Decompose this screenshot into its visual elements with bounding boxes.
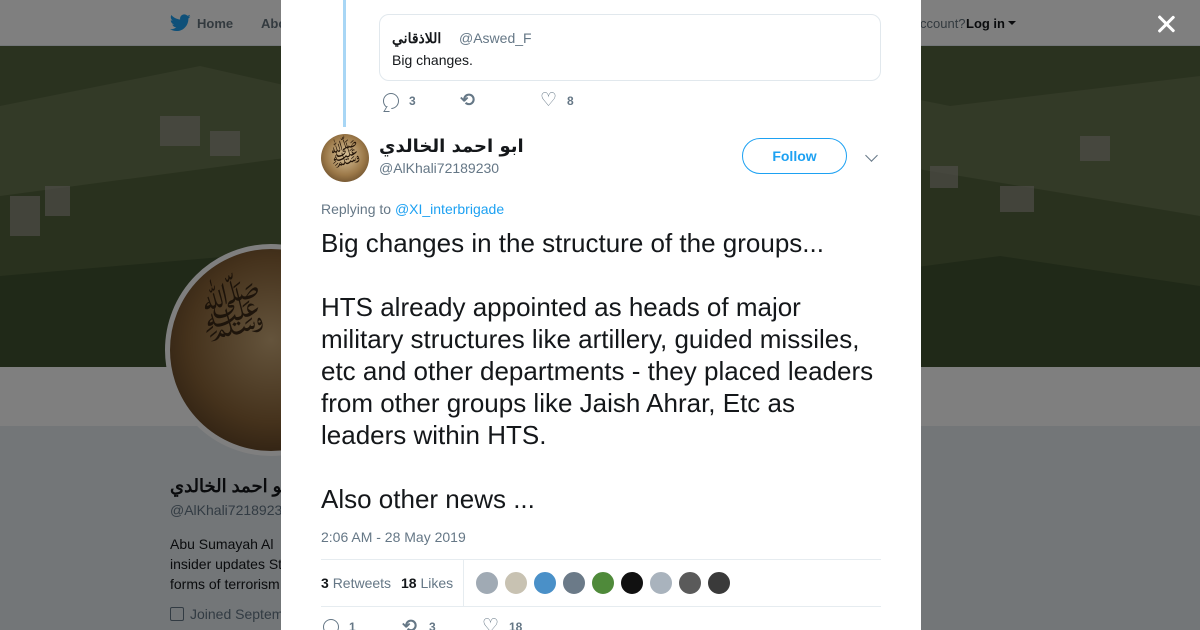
reply-icon <box>383 93 399 109</box>
thread-connector-line <box>343 0 346 127</box>
close-icon[interactable] <box>1154 12 1178 36</box>
like-button[interactable]: 18 <box>482 615 523 630</box>
tweet-stats: 3 Retweets 18 Likes <box>321 559 881 607</box>
liker-avatar[interactable] <box>707 571 731 595</box>
follow-button[interactable]: Follow <box>742 138 847 174</box>
liker-avatar[interactable] <box>678 571 702 595</box>
author-handle[interactable]: @AlKhali72189230 <box>379 160 499 176</box>
reply-count: 3 <box>409 94 416 108</box>
liker-avatar[interactable] <box>591 571 615 595</box>
quoted-tweet[interactable]: اللاذقاني @Aswed_F Big changes. <box>379 14 881 81</box>
liker-avatar[interactable] <box>504 571 528 595</box>
replying-to: Replying to @XI_interbrigade <box>321 201 504 217</box>
reply-button[interactable]: 3 <box>383 93 416 109</box>
author-name[interactable]: ابو احمد الخالدي <box>379 136 524 157</box>
retweet-button[interactable] <box>460 90 487 111</box>
retweets-count: 3 <box>321 575 329 591</box>
retweet-button[interactable]: 3 <box>402 616 436 630</box>
heart-icon <box>540 89 557 111</box>
tweet-timestamp[interactable]: 2:06 AM - 28 May 2019 <box>321 529 466 545</box>
retweet-count: 3 <box>429 620 436 630</box>
likes-stat[interactable]: 18 Likes <box>401 575 453 591</box>
reply-icon <box>323 619 339 630</box>
reply-count: 1 <box>349 620 356 630</box>
quoted-tweet-text: Big changes. <box>392 52 473 68</box>
retweets-label: Retweets <box>332 575 392 591</box>
retweet-icon <box>460 90 477 111</box>
heart-icon <box>482 615 499 630</box>
replying-prefix: Replying to <box>321 201 392 217</box>
liker-avatar[interactable] <box>562 571 586 595</box>
liker-avatar[interactable] <box>649 571 673 595</box>
avatar-calligraphy-icon: ﷺ <box>326 136 365 174</box>
retweets-stat[interactable]: 3 Retweets <box>321 575 391 591</box>
chevron-down-icon[interactable] <box>865 149 878 162</box>
retweet-icon <box>402 616 419 630</box>
liker-avatar[interactable] <box>620 571 644 595</box>
likes-count: 18 <box>401 575 417 591</box>
like-button[interactable]: 8 <box>540 89 574 111</box>
reply-button[interactable]: 1 <box>323 619 356 630</box>
replying-to-link[interactable]: @XI_interbrigade <box>395 201 504 217</box>
stats-divider <box>463 560 464 606</box>
liker-avatar[interactable] <box>475 571 499 595</box>
likes-label: Likes <box>420 575 454 591</box>
tweet-text: Big changes in the structure of the grou… <box>321 228 874 514</box>
like-count: 18 <box>509 620 523 630</box>
quoted-author-handle: @Aswed_F <box>459 30 532 46</box>
like-count: 8 <box>567 94 574 108</box>
author-avatar[interactable]: ﷺ <box>321 134 369 182</box>
tweet-modal: اللاذقاني @Aswed_F Big changes. 3 8 ﷺ اب… <box>281 0 921 630</box>
liker-avatar[interactable] <box>533 571 557 595</box>
quoted-author-name: اللاذقاني <box>392 30 442 46</box>
